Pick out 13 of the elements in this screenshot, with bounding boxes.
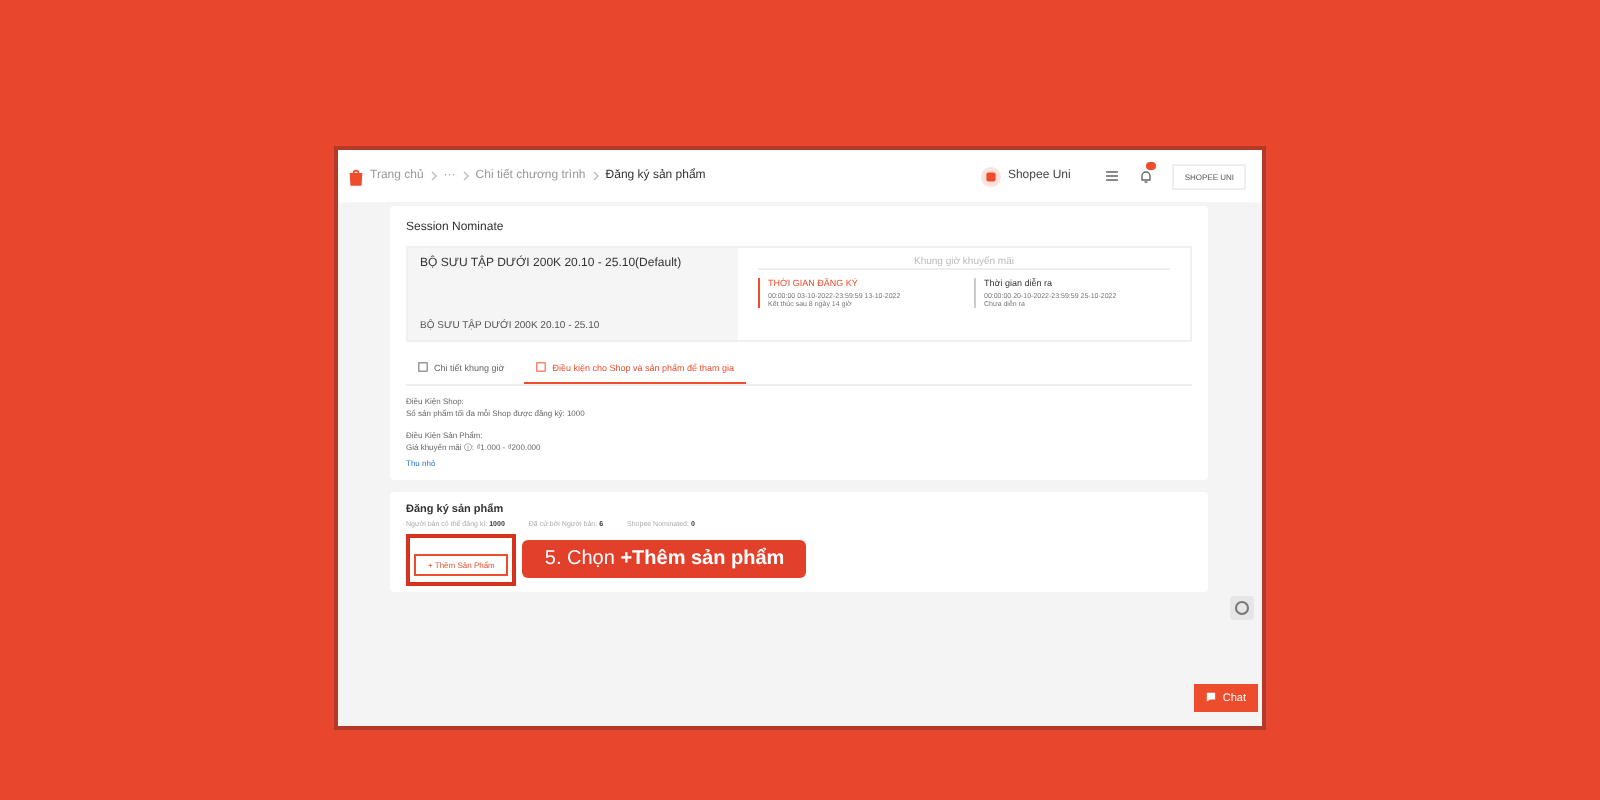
support-icon[interactable] [1230, 596, 1254, 620]
chat-bubble-icon [1206, 691, 1217, 701]
bell-icon[interactable] [1138, 168, 1155, 184]
menu-icon[interactable] [1104, 168, 1121, 184]
document-icon [418, 362, 428, 372]
notification-badge [1146, 162, 1157, 170]
chevron-icon [429, 170, 438, 182]
shop-avatar-icon [979, 165, 1002, 187]
shopping-bag-icon [348, 167, 364, 185]
document-icon [536, 362, 547, 372]
chevron-icon [591, 170, 600, 182]
chevron-icon [461, 170, 470, 182]
instruction-callout: 5. Chọn +Thêm sản phẩm [522, 540, 807, 578]
